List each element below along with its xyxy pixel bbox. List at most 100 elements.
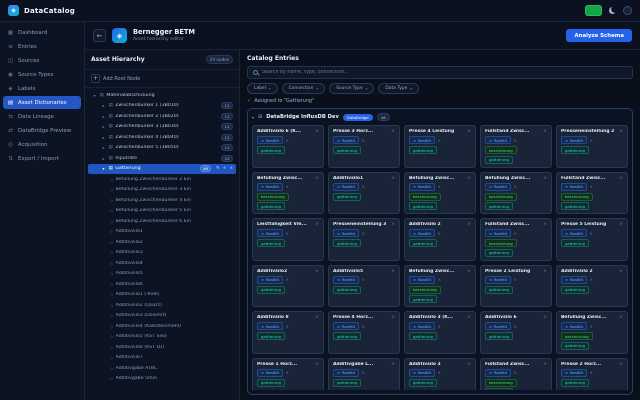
chevron-icon[interactable]: ▸	[101, 114, 106, 119]
remove-datatype-icon[interactable]: ×	[590, 184, 593, 189]
remove-entry-icon[interactable]: ×	[315, 315, 319, 320]
remove-datatype-icon[interactable]: ×	[590, 138, 593, 143]
remove-entry-icon[interactable]: ×	[619, 315, 623, 320]
sidebar-item[interactable]: ⇆ Data Lineage	[3, 110, 81, 123]
remove-datatype-icon[interactable]: ×	[514, 231, 517, 236]
catalog-entry-card[interactable]: Befüllung Zwisc... × ≈ float64 × beschic…	[252, 171, 324, 214]
remove-datatype-icon[interactable]: ×	[438, 138, 441, 143]
tree-node[interactable]: ◇ Additivsilo2 (Quarz)	[88, 300, 236, 311]
remove-datatype-icon[interactable]: ×	[590, 370, 593, 375]
collapse-caret-icon[interactable]: ▾	[252, 115, 254, 120]
sidebar-item[interactable]: ◉ Source Types	[3, 68, 81, 81]
remove-datatype-icon[interactable]: ×	[438, 231, 441, 236]
remove-datatype-icon[interactable]: ×	[286, 138, 289, 143]
remove-datatype-icon[interactable]: ×	[286, 184, 289, 189]
tree-node[interactable]: ◇ Additivsilo1	[88, 227, 236, 238]
catalog-entry-card[interactable]: Additivsilo5 × ≈ float64 × gattierung	[328, 264, 400, 307]
remove-entry-icon[interactable]: ×	[315, 176, 319, 181]
add-root-node-button[interactable]: + Add Root Node	[85, 70, 239, 88]
chevron-icon[interactable]: ▾	[101, 166, 106, 171]
catalog-entry-card[interactable]: Füllstand Zwisc... × ≈ float64 × beschic…	[480, 357, 552, 390]
remove-datatype-icon[interactable]: ×	[362, 138, 365, 143]
catalog-entry-card[interactable]: Presseneinstellung 3 × ≈ float64 × gatti…	[328, 218, 400, 261]
sidebar-item[interactable]: ◎ Acquisition	[3, 138, 81, 151]
tree-node[interactable]: ◇ Additivsilo5 (KST Silo)	[88, 332, 236, 343]
remove-datatype-icon[interactable]: ×	[590, 277, 593, 282]
filter-chip[interactable]: Label ▾	[247, 83, 278, 94]
remove-entry-icon[interactable]: ×	[543, 362, 547, 367]
remove-datatype-icon[interactable]: ×	[362, 231, 365, 236]
catalog-entry-card[interactable]: Presse 2 Horz... × ≈ float64 × gattierun…	[556, 357, 628, 390]
tree-node[interactable]: ◇ Befüllung Zwischenbunker 3 Ein	[88, 185, 236, 196]
catalog-entry-card[interactable]: Presse 3 Horz... × ≈ float64 × gattierun…	[328, 125, 400, 168]
remove-datatype-icon[interactable]: ×	[286, 324, 289, 329]
tree-node[interactable]: ◇ Additivgabe 5min	[88, 374, 236, 385]
tree-node[interactable]: ◇ Befüllung Zwischenbunker 2 Ein	[88, 174, 236, 185]
catalog-entry-card[interactable]: Füllstand Zwisc... × ≈ float64 × beschic…	[480, 125, 552, 168]
tree-node[interactable]: ▸ ▤ Zwischenbunker 1 (3B010) 11	[88, 101, 236, 112]
remove-datatype-icon[interactable]: ×	[286, 277, 289, 282]
tree-node[interactable]: ▾ ▤ Gattierung 46 ✎ + ×	[88, 163, 236, 174]
catalog-entry-card[interactable]: Befüllung Zwisc... × ≈ float64 × beschic…	[404, 171, 476, 214]
catalog-entry-card[interactable]: Befüllung Zwisc... × ≈ float64 × beschic…	[404, 264, 476, 307]
remove-entry-icon[interactable]: ×	[619, 176, 623, 181]
tree-node[interactable]: ◇ Additivsilo4	[88, 258, 236, 269]
remove-entry-icon[interactable]: ×	[391, 176, 395, 181]
chevron-icon[interactable]: ▸	[101, 145, 106, 150]
sidebar-item[interactable]: ⇅ Export / Import	[3, 152, 81, 165]
remove-entry-icon[interactable]: ×	[315, 222, 319, 227]
back-button[interactable]: ←	[93, 29, 106, 42]
remove-datatype-icon[interactable]: ×	[438, 324, 441, 329]
tree-node[interactable]: ◇ Additivsilo1 (-Kalk)	[88, 290, 236, 301]
catalog-entry-card[interactable]: Füllstand Zwisc... × ≈ float64 × beschic…	[480, 218, 552, 261]
catalog-entry-card[interactable]: Befüllung Zwisc... × ≈ float64 × beschic…	[480, 171, 552, 214]
tree-node[interactable]: ◇ Additivsilo5	[88, 269, 236, 280]
tree-node[interactable]: ▸ ▤ Inputrate 10	[88, 153, 236, 164]
tree-node[interactable]: ▸ ▤ Zwischenbunker 5 (3B050) 11	[88, 143, 236, 154]
tree-node[interactable]: ◇ Additivsilo3 (Dolomit)	[88, 311, 236, 322]
analyze-schema-button[interactable]: Analyze Schema	[566, 29, 632, 42]
remove-entry-icon[interactable]: ×	[543, 269, 547, 274]
remove-entry-icon[interactable]: ×	[467, 222, 471, 227]
remove-datatype-icon[interactable]: ×	[514, 324, 517, 329]
tree-node[interactable]: ◇ Additivsilo2	[88, 237, 236, 248]
edit-node-icon[interactable]: ✎	[216, 166, 220, 171]
remove-entry-icon[interactable]: ×	[315, 129, 319, 134]
remove-entry-icon[interactable]: ×	[619, 362, 623, 367]
tree-node[interactable]: ◇ Additivsilo3	[88, 248, 236, 259]
catalog-entry-card[interactable]: Presse 4 Leistung × ≈ float64 × gattieru…	[404, 125, 476, 168]
remove-datatype-icon[interactable]: ×	[514, 370, 517, 375]
user-avatar[interactable]	[623, 6, 632, 15]
remove-entry-icon[interactable]: ×	[467, 176, 471, 181]
catalog-entry-card[interactable]: Befüllung Zwisc... × ≈ float64 × beschic…	[556, 311, 628, 354]
search-bar[interactable]	[247, 66, 633, 79]
remove-datatype-icon[interactable]: ×	[286, 231, 289, 236]
tree-node[interactable]: ◇ Befüllung Zwischenbunker 5 Ein	[88, 206, 236, 217]
filter-chip[interactable]: Source Type ▾	[329, 83, 375, 94]
remove-entry-icon[interactable]: ×	[391, 362, 395, 367]
remove-datatype-icon[interactable]: ×	[590, 324, 593, 329]
remove-entry-icon[interactable]: ×	[619, 129, 623, 134]
remove-entry-icon[interactable]: ×	[467, 129, 471, 134]
sidebar-item[interactable]: ▤ Asset Dictionaries	[3, 96, 81, 109]
remove-datatype-icon[interactable]: ×	[286, 370, 289, 375]
remove-entry-icon[interactable]: ×	[315, 269, 319, 274]
tree-node[interactable]: ◇ Befüllung Zwischenbunker 4 Ein	[88, 195, 236, 206]
tree-node[interactable]: ◇ Additivsilo6	[88, 279, 236, 290]
catalog-entry-card[interactable]: Additivsilo1 × ≈ float64 × gattierung	[328, 171, 400, 214]
add-child-node-icon[interactable]: +	[223, 166, 227, 171]
chevron-icon[interactable]: ▸	[101, 135, 106, 140]
remove-entry-icon[interactable]: ×	[467, 269, 471, 274]
catalog-entry-card[interactable]: Additivgabe L... × ≈ float64 × gattierun…	[328, 357, 400, 390]
catalog-entry-card[interactable]: Additivsilo 6 × ≈ float64 × gattierung	[480, 311, 552, 354]
delete-node-icon[interactable]: ×	[229, 166, 233, 171]
tree-node[interactable]: ◇ Befüllung Zwischenbunker 6 Ein	[88, 216, 236, 227]
catalog-entry-card[interactable]: Additivsilo 3 (K... × ≈ float64 × gattie…	[404, 311, 476, 354]
chevron-icon[interactable]: ▸	[101, 103, 106, 108]
remove-entry-icon[interactable]: ×	[619, 269, 623, 274]
sidebar-item[interactable]: ≡ Entries	[3, 40, 81, 53]
remove-datatype-icon[interactable]: ×	[362, 370, 365, 375]
remove-datatype-icon[interactable]: ×	[362, 324, 365, 329]
remove-entry-icon[interactable]: ×	[543, 315, 547, 320]
tree-node[interactable]: ◇ Additivsilo6 (KST LU)	[88, 342, 236, 353]
